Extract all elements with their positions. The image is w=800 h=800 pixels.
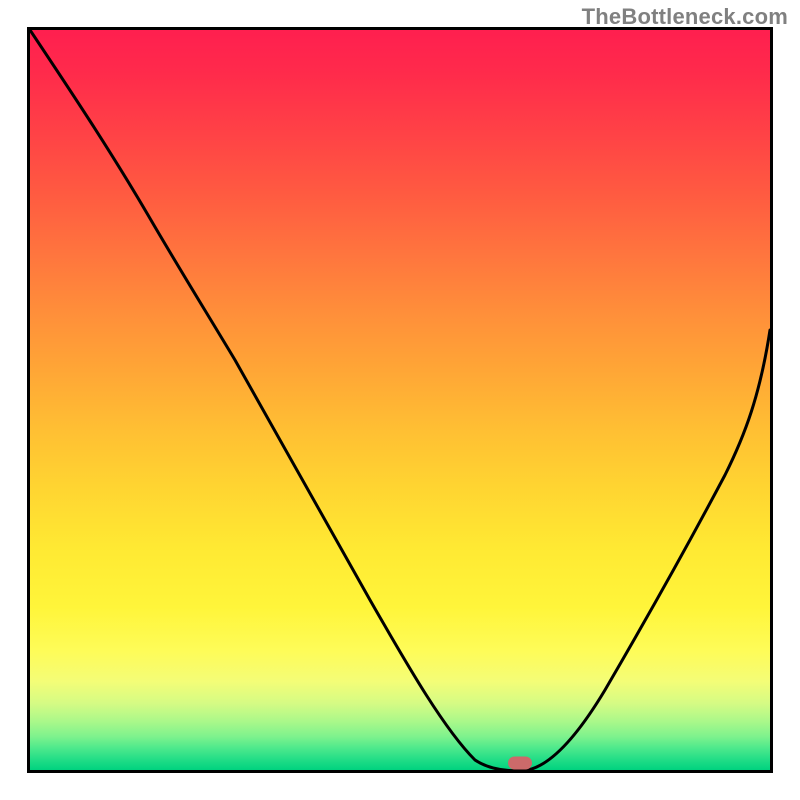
chart-container: TheBottleneck.com (0, 0, 800, 800)
watermark-label: TheBottleneck.com (582, 4, 788, 30)
optimum-marker (508, 757, 532, 770)
plot-frame (27, 27, 773, 773)
bottleneck-curve (30, 30, 770, 770)
curve-path (30, 30, 770, 770)
